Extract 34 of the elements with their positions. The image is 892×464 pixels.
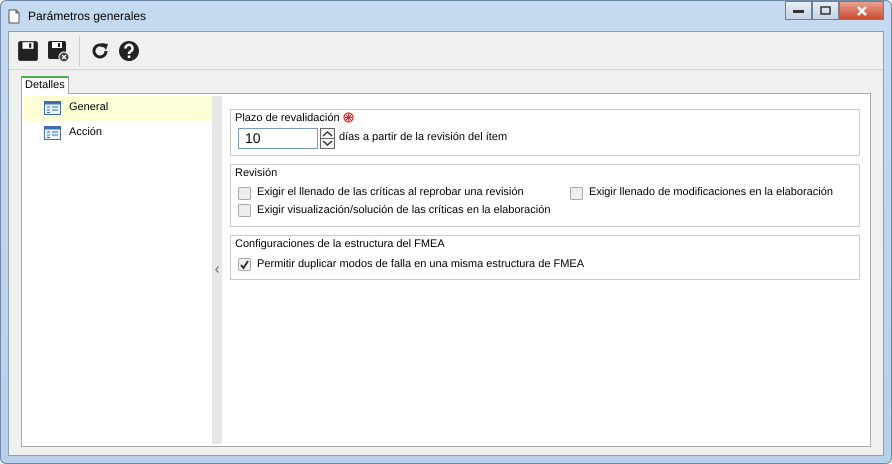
check-icon: [239, 258, 250, 270]
maximize-button[interactable]: [812, 1, 839, 20]
save-icon[interactable]: [17, 40, 39, 62]
checkbox-label: Exigir llenado de modificaciones en la elaboración: [589, 186, 833, 200]
checkbox-label: Exigir el llenado de las críticas al reprobar una revisión: [257, 186, 524, 200]
tab[interactable]: Detalles: [21, 76, 69, 94]
group-title: Plazo de revalidación: [235, 112, 340, 124]
group-title: Revisión: [235, 166, 278, 178]
help-icon[interactable]: [118, 40, 140, 62]
checkbox-label: Permitir duplicar modos de falla en una misma estructura de FMEA: [257, 258, 584, 272]
chevron-left-icon: [215, 266, 219, 274]
checkbox[interactable]: [238, 186, 251, 200]
refresh-icon[interactable]: [90, 40, 110, 60]
sidebar-item[interactable]: Acción: [24, 120, 212, 146]
number-field[interactable]: 10: [238, 128, 318, 148]
group-title: Configuraciones de la estructura del FMEA: [235, 238, 445, 250]
checkbox[interactable]: [238, 258, 251, 271]
save-close-icon[interactable]: [47, 40, 69, 62]
form-icon: [44, 126, 61, 140]
spin-button[interactable]: [320, 128, 335, 148]
checkbox-label: Exigir visualización/solución de las críticas en la elaboración: [257, 204, 550, 218]
collapse-handle[interactable]: [212, 96, 222, 444]
close-icon: [856, 6, 868, 16]
field-suffix: días a partir de la revisión del ítem: [339, 131, 508, 145]
window-title: Parámetros generales: [28, 8, 146, 24]
maximize-icon: [820, 6, 831, 15]
checkbox[interactable]: [570, 186, 583, 200]
minimize-icon: [793, 8, 804, 12]
form-icon: [44, 101, 61, 116]
sidebar-item[interactable]: General: [24, 96, 212, 121]
minimize-button[interactable]: [785, 1, 812, 20]
checkbox[interactable]: [238, 204, 251, 218]
close-button[interactable]: [839, 1, 884, 20]
document-icon: [8, 8, 20, 24]
